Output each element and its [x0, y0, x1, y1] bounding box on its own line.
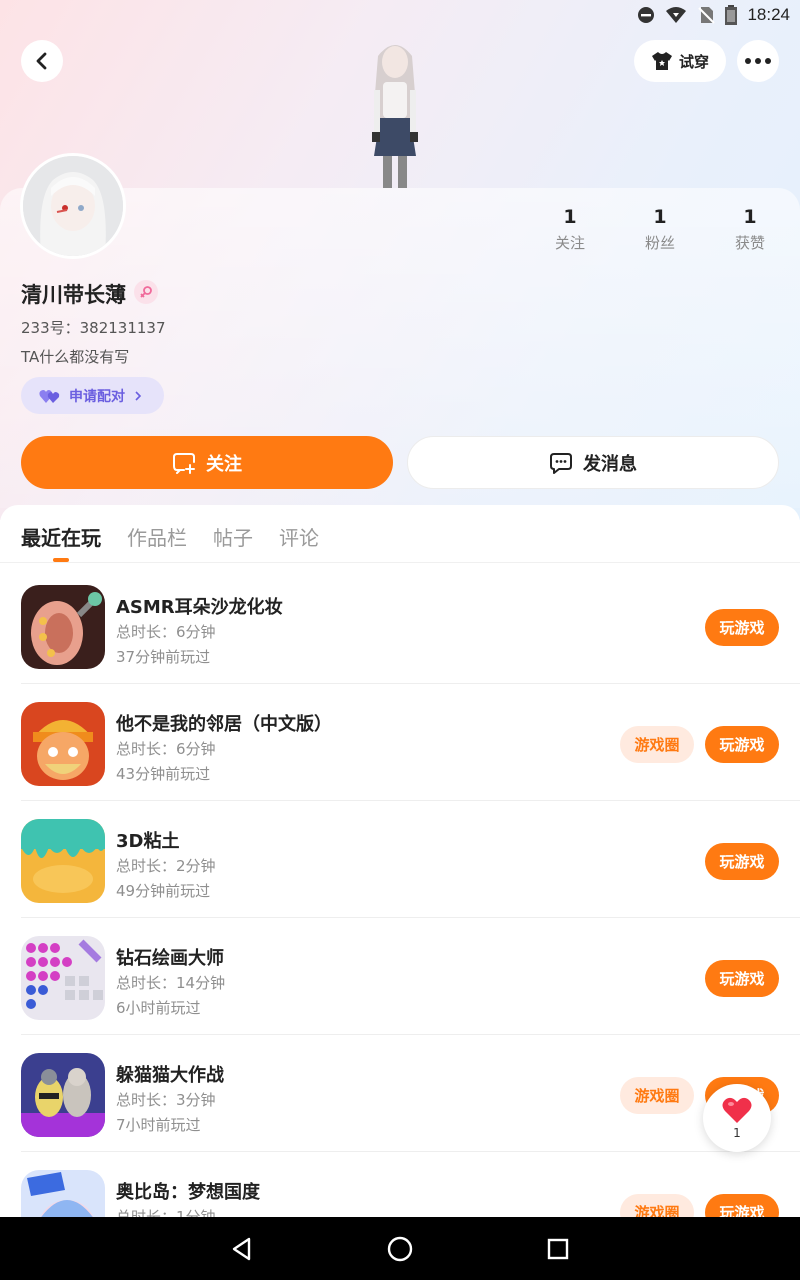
play-game-button[interactable]: 玩游戏 — [705, 843, 779, 880]
likes-count: 1 — [743, 206, 757, 228]
game-last-played: 7小时前玩过 — [116, 1116, 201, 1134]
floating-like-button[interactable]: 1 — [703, 1084, 771, 1152]
add-follow-icon — [173, 452, 195, 474]
nav-home-button[interactable] — [385, 1234, 415, 1264]
follow-label: 关注 — [206, 453, 242, 475]
system-navigation-bar — [0, 1217, 800, 1280]
circle-home-icon — [387, 1236, 413, 1262]
game-duration: 总时长：6分钟 — [116, 623, 216, 641]
game-last-played: 37分钟前玩过 — [116, 648, 211, 666]
apply-match-button[interactable]: 申请配对 — [21, 377, 164, 414]
tshirt-icon — [651, 52, 672, 70]
tab-recently-played[interactable]: 最近在玩 — [21, 522, 101, 551]
status-bar: 18:24 — [0, 0, 800, 32]
no-sim-icon — [698, 7, 716, 24]
following-count: 1 — [563, 206, 577, 228]
user-id: 233号：382131137 — [21, 319, 166, 337]
game-icon-3d-clay[interactable] — [21, 819, 105, 903]
nav-recents-button[interactable] — [543, 1234, 573, 1264]
triangle-back-icon — [232, 1237, 251, 1261]
more-dots-icon — [745, 58, 771, 64]
message-bubble-icon — [550, 452, 572, 474]
game-list-item[interactable]: 他不是我的邻居（中文版） 总时长：6分钟 43分钟前玩过 游戏圈 玩游戏 — [21, 684, 800, 801]
game-duration: 总时长：3分钟 — [116, 1091, 216, 1109]
female-symbol-icon — [140, 286, 152, 298]
followers-count: 1 — [653, 206, 667, 228]
apply-match-label: 申请配对 — [69, 388, 125, 405]
game-duration: 总时长：6分钟 — [116, 740, 216, 758]
game-name: 3D粘土 — [116, 831, 180, 852]
double-heart-icon — [39, 389, 60, 403]
followers-stat[interactable]: 1 粉丝 — [620, 206, 700, 253]
tab-posts[interactable]: 帖子 — [213, 522, 253, 551]
user-bio: TA什么都没有写 — [21, 348, 130, 366]
game-list-item[interactable]: 钻石绘画大师 总时长：14分钟 6小时前玩过 玩游戏 — [21, 918, 800, 1035]
game-name: ASMR耳朵沙龙化妆 — [116, 597, 283, 618]
avatar[interactable] — [20, 153, 126, 259]
game-name: 奥比岛：梦想国度 — [116, 1182, 260, 1203]
game-list-item[interactable]: 奥比岛：梦想国度 总时长：1分钟 游戏圈 玩游戏 — [21, 1152, 800, 1217]
battery-icon — [725, 5, 738, 25]
game-circle-button[interactable]: 游戏圈 — [620, 1077, 694, 1114]
game-name: 他不是我的邻居（中文版） — [116, 714, 332, 735]
game-icon-aobi-island[interactable] — [21, 1170, 105, 1217]
tab-works[interactable]: 作品栏 — [127, 522, 187, 551]
game-duration: 总时长：2分钟 — [116, 857, 216, 875]
content-area: 最近在玩 作品栏 帖子 评论 ASMR耳朵沙龙化妆 总时长：6分钟 37分钟前玩… — [0, 505, 800, 1217]
game-name: 钻石绘画大师 — [116, 948, 224, 969]
game-icon-diamond-painting[interactable] — [21, 936, 105, 1020]
follow-button[interactable]: 关注 — [21, 436, 393, 489]
game-icon-not-my-neighbor[interactable] — [21, 702, 105, 786]
female-gender-badge — [134, 280, 158, 304]
back-button[interactable] — [21, 40, 63, 82]
game-list-item[interactable]: 躲猫猫大作战 总时长：3分钟 7小时前玩过 游戏圈 玩游戏 — [21, 1035, 800, 1152]
send-message-label: 发消息 — [583, 453, 637, 475]
try-on-label: 试穿 — [678, 52, 709, 71]
game-name: 躲猫猫大作战 — [116, 1065, 224, 1086]
more-options-button[interactable] — [737, 40, 779, 82]
game-icon-hide-and-seek-battle[interactable] — [21, 1053, 105, 1137]
game-last-played: 43分钟前玩过 — [116, 765, 211, 783]
nav-back-button[interactable] — [227, 1234, 257, 1264]
game-duration: 总时长：1分钟 — [116, 1208, 216, 1217]
following-stat[interactable]: 1 关注 — [530, 206, 610, 253]
tab-comments[interactable]: 评论 — [279, 522, 319, 551]
following-label: 关注 — [554, 234, 585, 252]
likes-stat[interactable]: 1 获赞 — [710, 206, 790, 253]
try-on-button[interactable]: 试穿 — [634, 40, 726, 82]
game-last-played: 6小时前玩过 — [116, 999, 201, 1017]
heart-icon — [722, 1097, 752, 1123]
chevron-right-icon — [135, 390, 142, 401]
play-game-button[interactable]: 玩游戏 — [705, 1194, 779, 1217]
send-message-button[interactable]: 发消息 — [407, 436, 779, 489]
status-time: 18:24 — [747, 5, 790, 24]
like-count: 1 — [733, 1126, 741, 1140]
play-game-button[interactable]: 玩游戏 — [705, 726, 779, 763]
profile-tabs: 最近在玩 作品栏 帖子 评论 — [0, 505, 800, 563]
active-tab-indicator — [53, 558, 69, 562]
game-circle-button[interactable]: 游戏圈 — [620, 1194, 694, 1217]
game-list-item[interactable]: 3D粘土 总时长：2分钟 49分钟前玩过 玩游戏 — [21, 801, 800, 918]
game-circle-button[interactable]: 游戏圈 — [620, 726, 694, 763]
play-game-button[interactable]: 玩游戏 — [705, 960, 779, 997]
nickname: 清川带长薄 — [21, 283, 126, 307]
game-duration: 总时长：14分钟 — [116, 974, 226, 992]
followers-label: 粉丝 — [644, 234, 675, 252]
play-game-button[interactable]: 玩游戏 — [705, 609, 779, 646]
do-not-disturb-icon — [638, 7, 655, 23]
game-list-item[interactable]: ASMR耳朵沙龙化妆 总时长：6分钟 37分钟前玩过 玩游戏 — [21, 567, 800, 684]
wifi-icon — [666, 7, 687, 23]
square-recents-icon — [547, 1238, 569, 1260]
avatar-character-figure — [372, 45, 418, 188]
game-last-played: 49分钟前玩过 — [116, 882, 211, 900]
likes-label: 获赞 — [734, 234, 765, 252]
game-icon-asmr-ear[interactable] — [21, 585, 105, 669]
chevron-left-icon — [36, 52, 47, 70]
